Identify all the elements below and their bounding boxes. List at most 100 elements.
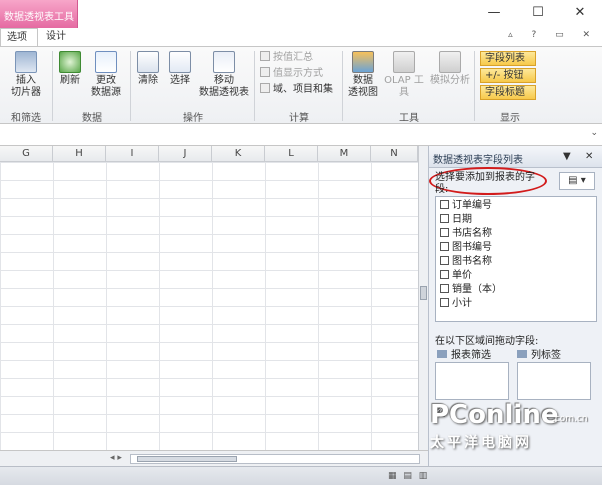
column-header-i[interactable]: I <box>106 146 159 162</box>
pane-dropdown-icon[interactable]: ▼ <box>563 151 571 162</box>
field-checkbox[interactable] <box>440 284 449 293</box>
scrollbar-thumb[interactable] <box>420 286 427 300</box>
title-bar: 数据透视表工具 — ☐ ✕ <box>0 0 602 28</box>
group-show-label: 显示 <box>500 113 520 124</box>
fields-items-sets[interactable]: 域、项目和集 <box>260 83 333 97</box>
field-list-toggle[interactable]: 字段列表 <box>480 51 536 66</box>
field-headers-toggle[interactable]: 字段标题 <box>480 85 536 100</box>
expand-formula-icon[interactable]: ⌄ <box>590 128 598 138</box>
layout-options-button[interactable]: ▤ ▾ <box>559 172 595 190</box>
column-header-j[interactable]: J <box>159 146 212 162</box>
filter-icon <box>437 350 447 358</box>
select-button[interactable]: 选择 <box>166 51 194 87</box>
show-values-label: 值显示方式 <box>273 68 323 79</box>
context-tab-label: 数据透视表工具 <box>4 12 74 23</box>
maximize-button[interactable]: ☐ <box>524 4 552 22</box>
group-calculations-label: 计算 <box>289 113 309 124</box>
field-item[interactable]: 订单编号 <box>440 199 492 213</box>
insert-slicer-label: 插入 切片器 <box>11 75 41 98</box>
hscroll-thumb[interactable] <box>137 456 237 462</box>
status-bar: ▦ ▤ ▥ <box>0 466 602 485</box>
move-label-1: 移动 <box>214 75 234 86</box>
plus-minus-buttons-toggle[interactable]: +/- 按钮 <box>480 68 536 83</box>
summarize-values-by[interactable]: 按值汇总 <box>260 51 313 65</box>
vertical-scrollbar[interactable] <box>418 146 428 450</box>
pane-header: 数据透视表字段列表 ▼ ✕ <box>429 146 602 168</box>
field-label: 单价 <box>452 270 472 281</box>
field-item[interactable]: 书店名称 <box>440 227 492 241</box>
pivot-chart-button[interactable]: 数据 透视图 <box>346 51 380 99</box>
field-item[interactable]: 图书名称 <box>440 255 492 269</box>
field-item[interactable]: 销量（本） <box>440 283 502 297</box>
clear-label: 清除 <box>138 75 158 86</box>
field-checkbox[interactable] <box>440 270 449 279</box>
report-filter-area[interactable] <box>435 362 509 400</box>
what-if-button[interactable]: 模拟分析 <box>430 51 470 87</box>
change-data-source-button[interactable]: 更改 数据源 <box>86 51 126 99</box>
show-values-as[interactable]: 值显示方式 <box>260 67 323 81</box>
watermark-logo: PConline <box>430 400 559 430</box>
field-label: 小计 <box>452 298 472 309</box>
tab-options[interactable]: 选项 <box>0 28 38 46</box>
field-item[interactable]: 日期 <box>440 213 472 227</box>
pane-close-icon[interactable]: ✕ <box>585 151 593 162</box>
what-if-icon <box>439 51 461 73</box>
field-label: 书店名称 <box>452 228 492 239</box>
pivot-tools-context-tab[interactable]: 数据透视表工具 <box>0 0 78 28</box>
field-item[interactable]: 图书编号 <box>440 241 492 255</box>
refresh-button[interactable]: 刷新 <box>56 51 84 87</box>
column-header-n[interactable]: N <box>371 146 418 162</box>
field-checkbox[interactable] <box>440 242 449 251</box>
ribbon-window-controls[interactable]: ▵ ? ▭ ✕ <box>508 30 598 40</box>
select-icon <box>169 51 191 73</box>
formula-bar[interactable]: ⌄ <box>0 124 602 146</box>
field-item[interactable]: 单价 <box>440 269 472 283</box>
cell-grid[interactable] <box>0 162 418 450</box>
pivot-chart-label-2: 透视图 <box>348 87 378 98</box>
group-tools-label: 工具 <box>399 113 419 124</box>
change-source-label-1: 更改 <box>96 75 116 86</box>
field-checkbox[interactable] <box>440 214 449 223</box>
sheet-nav-arrows[interactable]: ◂ ▸ <box>110 453 122 463</box>
olap-tools-button[interactable]: OLAP 工具 <box>382 51 426 99</box>
sum-icon <box>260 51 270 61</box>
column-header-m[interactable]: M <box>318 146 371 162</box>
change-source-label-2: 数据源 <box>91 87 121 98</box>
refresh-label: 刷新 <box>60 75 80 86</box>
fields-items-label: 域、项目和集 <box>273 84 333 95</box>
percent-icon <box>260 67 270 77</box>
pconline-watermark: PConline .com.cn 太平洋电脑网 <box>428 398 598 458</box>
field-checkbox[interactable] <box>440 200 449 209</box>
slicer-icon <box>15 51 37 73</box>
field-label: 销量（本） <box>452 284 502 295</box>
group-separator <box>130 51 131 121</box>
insert-slicer-button[interactable]: 插入 切片器 <box>6 51 46 99</box>
olap-icon <box>393 51 415 73</box>
watermark-domain: .com.cn <box>552 414 588 424</box>
ribbon: 插入 切片器 和筛选 刷新 更改 数据源 数据 清除 选择 移动 数据透视表 操… <box>0 46 602 124</box>
column-header-l[interactable]: L <box>265 146 318 162</box>
column-header-k[interactable]: K <box>212 146 265 162</box>
tab-design[interactable]: 设计 <box>40 28 76 46</box>
refresh-icon <box>59 51 81 73</box>
minimize-button[interactable]: — <box>480 4 508 22</box>
column-header-g[interactable]: G <box>0 146 53 162</box>
view-mode-icons[interactable]: ▦ ▤ ▥ <box>388 471 429 481</box>
eraser-icon <box>137 51 159 73</box>
field-checkbox[interactable] <box>440 256 449 265</box>
field-label: 日期 <box>452 214 472 225</box>
move-pivot-button[interactable]: 移动 数据透视表 <box>196 51 252 99</box>
field-checkbox[interactable] <box>440 228 449 237</box>
field-checkbox[interactable] <box>440 298 449 307</box>
group-filter-label: 和筛选 <box>11 113 41 124</box>
field-item[interactable]: 小计 <box>440 297 472 311</box>
column-labels-area[interactable] <box>517 362 591 400</box>
olap-label: OLAP 工具 <box>384 75 424 98</box>
group-separator <box>52 51 53 121</box>
field-label: 订单编号 <box>452 200 492 211</box>
close-button[interactable]: ✕ <box>566 4 594 22</box>
column-header-h[interactable]: H <box>53 146 106 162</box>
clear-button[interactable]: 清除 <box>134 51 162 87</box>
horizontal-scrollbar[interactable] <box>130 454 420 464</box>
worksheet-grid[interactable]: G H I J K L M N <box>0 146 418 450</box>
